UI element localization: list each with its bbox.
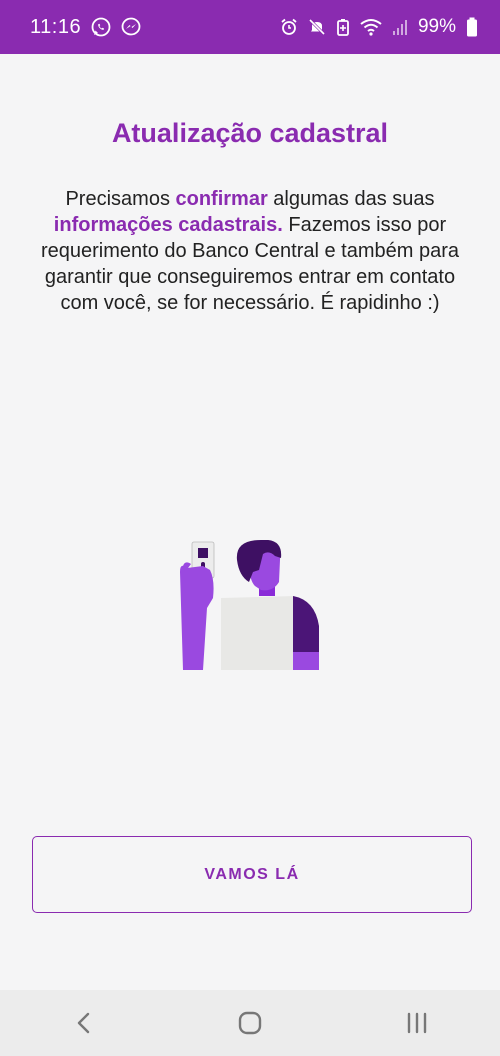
- recents-icon: [407, 1012, 426, 1034]
- home-icon: [238, 1011, 262, 1035]
- recents-button[interactable]: [387, 998, 447, 1048]
- wifi-icon: [360, 18, 382, 36]
- back-button[interactable]: [53, 998, 113, 1048]
- desc-highlight-confirmar: confirmar: [175, 188, 268, 210]
- alarm-icon: [280, 18, 298, 36]
- whatsapp-icon: [91, 17, 111, 37]
- messenger-icon: [121, 17, 141, 37]
- status-bar: 11:16 99%: [0, 0, 500, 54]
- vamos-la-button[interactable]: VAMOS LÁ: [32, 836, 472, 913]
- page-title: Atualização cadastral: [111, 118, 389, 148]
- mute-icon: [308, 18, 326, 36]
- battery-percent: 99%: [417, 16, 456, 37]
- desc-text-2: algumas das suas: [267, 188, 435, 210]
- screen: 11:16 99% Atualização cadastral Precisam…: [0, 0, 500, 1056]
- signal-icon: [392, 18, 408, 36]
- status-left: 11:16: [30, 16, 141, 39]
- desc-text-1: Precisamos: [65, 188, 176, 210]
- page-description: Precisamos confirmar algumas das suas in…: [30, 186, 470, 316]
- status-right: 99%: [280, 16, 478, 38]
- desc-highlight-informacoes: informações cadastrais.: [53, 214, 283, 236]
- home-button[interactable]: [220, 998, 280, 1048]
- back-icon: [78, 1012, 90, 1034]
- person-with-id-illustration: [175, 539, 325, 680]
- battery-saver-icon: [336, 18, 350, 36]
- status-time: 11:16: [30, 15, 82, 38]
- battery-icon: [466, 17, 478, 37]
- navigation-bar: [0, 990, 500, 1056]
